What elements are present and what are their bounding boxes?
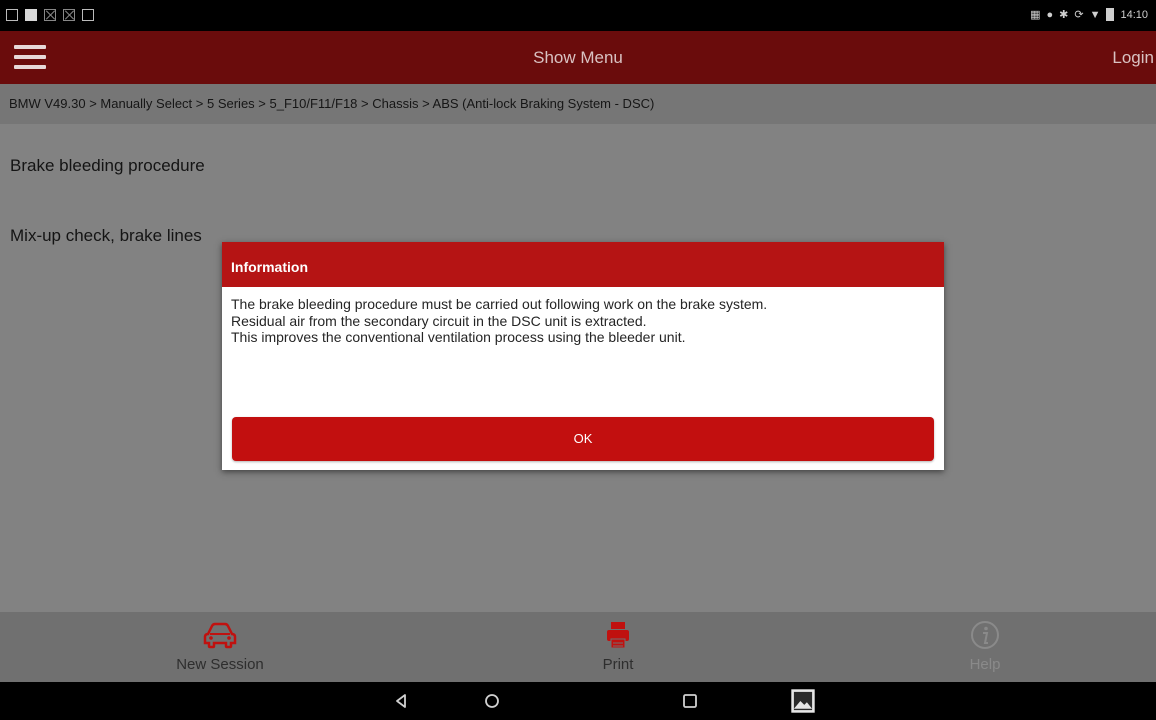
location-icon: ● <box>1046 8 1054 21</box>
login-button[interactable]: Login <box>1112 48 1156 68</box>
home-icon[interactable] <box>482 691 502 711</box>
status-time: 14:10 <box>1120 8 1148 21</box>
new-session-label: New Session <box>176 656 264 673</box>
mobile-data-icon: ▦ <box>1030 9 1041 21</box>
status-right-icons: ▦ ● ✱ ⟳ ▼ 14:10 <box>1030 8 1148 21</box>
gallery-icon[interactable] <box>790 688 816 714</box>
menu-item-brake-bleeding[interactable]: Brake bleeding procedure <box>10 156 205 176</box>
app-bar: Show Menu Login <box>0 31 1156 84</box>
help-button[interactable]: Help <box>895 620 1075 673</box>
new-session-button[interactable]: New Session <box>130 620 310 673</box>
dialog-message: The brake bleeding procedure must be car… <box>222 287 944 346</box>
menu-item-mix-up-check[interactable]: Mix-up check, brake lines <box>10 226 202 246</box>
breadcrumb: BMW V49.30 > Manually Select > 5 Series … <box>0 84 1156 124</box>
bottom-toolbar: New Session Print Help <box>0 612 1156 682</box>
info-icon <box>971 621 999 649</box>
notification-icon <box>25 9 37 21</box>
print-button[interactable]: Print <box>528 620 708 673</box>
status-left-icons <box>6 9 94 21</box>
sync-icon: ⟳ <box>1074 9 1084 21</box>
dialog-message-line: Residual air from the secondary circuit … <box>231 312 647 329</box>
dialog-message-line: This improves the conventional ventilati… <box>231 329 686 345</box>
battery-icon <box>1106 8 1115 21</box>
x-box-icon <box>63 9 75 21</box>
ok-button[interactable]: OK <box>232 417 934 461</box>
help-label: Help <box>969 656 1001 673</box>
status-bar: ▦ ● ✱ ⟳ ▼ 14:10 <box>0 0 1156 31</box>
app-title[interactable]: Show Menu <box>0 48 1156 68</box>
wifi-icon: ▼ <box>1089 8 1101 21</box>
car-icon <box>203 622 237 649</box>
recent-apps-icon[interactable] <box>680 691 700 711</box>
dialog-title: Information <box>222 242 944 287</box>
bluetooth-icon: ✱ <box>1059 9 1069 21</box>
menu-box-icon <box>82 9 94 21</box>
print-label: Print <box>602 656 634 673</box>
system-nav-bar <box>0 682 1156 720</box>
x-box-icon <box>44 9 56 21</box>
screen-cast-icon <box>6 9 18 21</box>
printer-icon <box>607 622 629 649</box>
back-icon[interactable] <box>392 691 412 711</box>
dialog-message-line: The brake bleeding procedure must be car… <box>231 296 768 312</box>
information-dialog: Information The brake bleeding procedure… <box>222 242 944 470</box>
